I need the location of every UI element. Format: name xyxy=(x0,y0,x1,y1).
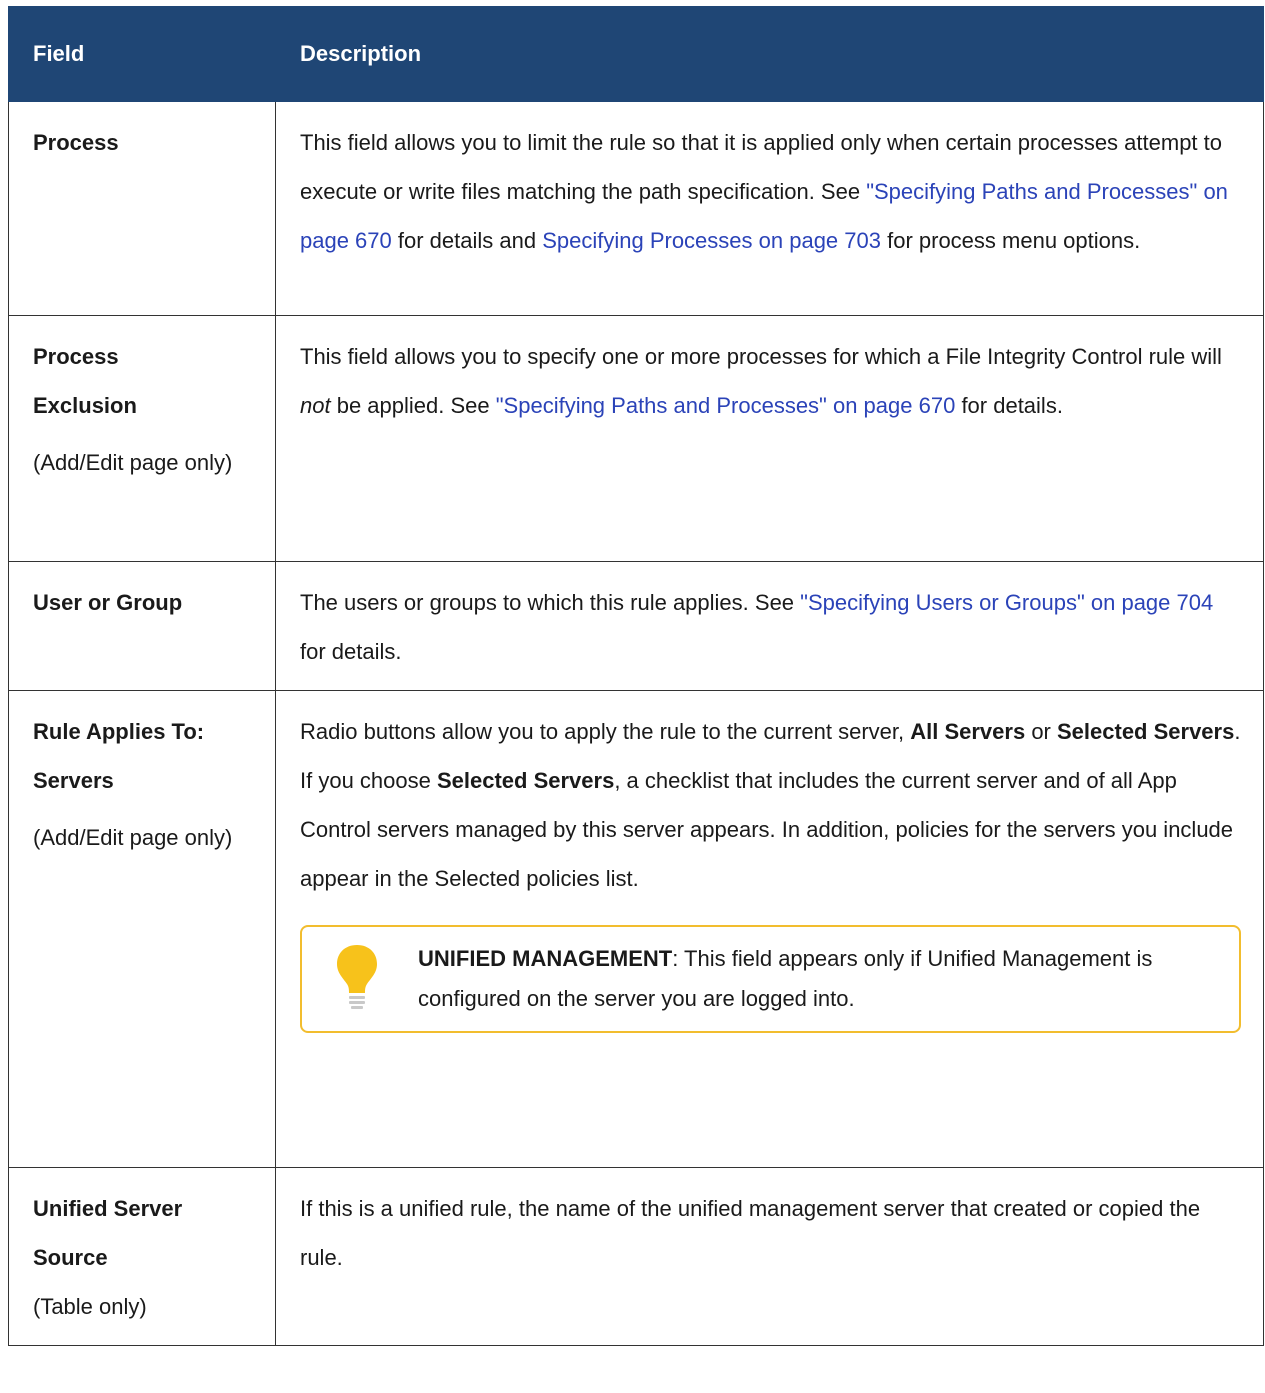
callout-text: UNIFIED MANAGEMENT: This field appears o… xyxy=(418,939,1219,1019)
table-header-row: Field Description xyxy=(8,6,1264,102)
description-text: or xyxy=(1025,719,1057,744)
field-note: (Add/Edit page only) xyxy=(33,450,233,475)
description-paragraph: Radio buttons allow you to apply the rul… xyxy=(300,707,1241,903)
description-text: for details and xyxy=(391,228,543,253)
description-text: for details. xyxy=(955,393,1063,418)
field-note: (Add/Edit page only) xyxy=(33,825,233,850)
field-name-line: Exclusion xyxy=(33,393,137,418)
link-specifying-users-or-groups[interactable]: "Specifying Users or Groups" on page 704 xyxy=(800,590,1213,615)
field-note: (Table only) xyxy=(33,1294,147,1319)
field-cell: Process xyxy=(8,101,276,316)
table-row-rule-applies-to-servers: Rule Applies To: Servers (Add/Edit page o… xyxy=(8,690,1264,1168)
field-description-table-wrapper: Field Description Process This field all… xyxy=(8,6,1264,1346)
table-row-user-or-group: User or Group The users or groups to whi… xyxy=(8,561,1264,691)
field-name: User or Group xyxy=(33,590,183,615)
field-name-line: Process xyxy=(33,344,119,369)
link-specifying-processes[interactable]: Specifying Processes on page 703 xyxy=(542,228,881,253)
field-cell: Unified Server Source (Table only) xyxy=(8,1167,276,1346)
description-cell: Radio buttons allow you to apply the rul… xyxy=(275,690,1264,1168)
description-text: The users or groups to which this rule a… xyxy=(300,590,801,615)
description-text: If this is a unified rule, the name of t… xyxy=(300,1196,1201,1270)
table-row-process: Process This field allows you to limit t… xyxy=(8,101,1264,316)
field-name-line: Rule Applies To: xyxy=(33,719,205,744)
field-cell: User or Group xyxy=(8,561,276,691)
description-cell: This field allows you to limit the rule … xyxy=(275,101,1264,316)
callout-label: UNIFIED MANAGEMENT xyxy=(418,946,673,971)
field-cell: Process Exclusion (Add/Edit page only) xyxy=(8,315,276,562)
table-row-unified-server-source: Unified Server Source (Table only) If thi… xyxy=(8,1167,1264,1346)
field-name: Unified Server Source xyxy=(33,1184,267,1282)
description-cell: The users or groups to which this rule a… xyxy=(275,561,1264,691)
description-cell: If this is a unified rule, the name of t… xyxy=(275,1167,1264,1346)
field-cell: Rule Applies To: Servers (Add/Edit page o… xyxy=(8,690,276,1168)
lightbulb-icon xyxy=(337,945,377,1009)
description-text: for process menu options. xyxy=(880,228,1141,253)
field-description-table: Field Description Process This field all… xyxy=(8,6,1264,1346)
field-name-line: Unified Server xyxy=(33,1196,183,1221)
description-text: for details. xyxy=(300,639,402,664)
description-cell: This field allows you to specify one or … xyxy=(275,315,1264,562)
field-name: Process xyxy=(33,130,119,155)
field-name: Process Exclusion xyxy=(33,332,267,430)
emphasis-text: not xyxy=(300,393,331,418)
bold-term: Selected Servers xyxy=(436,768,615,793)
link-specifying-paths-and-processes[interactable]: "Specifying Paths and Processes" on page… xyxy=(496,393,956,418)
field-name: Rule Applies To: Servers xyxy=(33,707,267,805)
description-text: be applied. See xyxy=(330,393,496,418)
bold-term: All Servers xyxy=(910,719,1026,744)
column-header-field: Field xyxy=(8,6,276,102)
description-text: Radio buttons allow you to apply the rul… xyxy=(300,719,911,744)
description-text: This field allows you to specify one or … xyxy=(300,344,1222,369)
field-name-line: Servers xyxy=(33,768,114,793)
table-row-process-exclusion: Process Exclusion (Add/Edit page only) Th… xyxy=(8,315,1264,562)
unified-management-callout: UNIFIED MANAGEMENT: This field appears o… xyxy=(300,925,1241,1033)
field-name-line: Source xyxy=(33,1245,108,1270)
bold-term: Selected Servers xyxy=(1057,719,1235,744)
column-header-description: Description xyxy=(275,6,1264,102)
